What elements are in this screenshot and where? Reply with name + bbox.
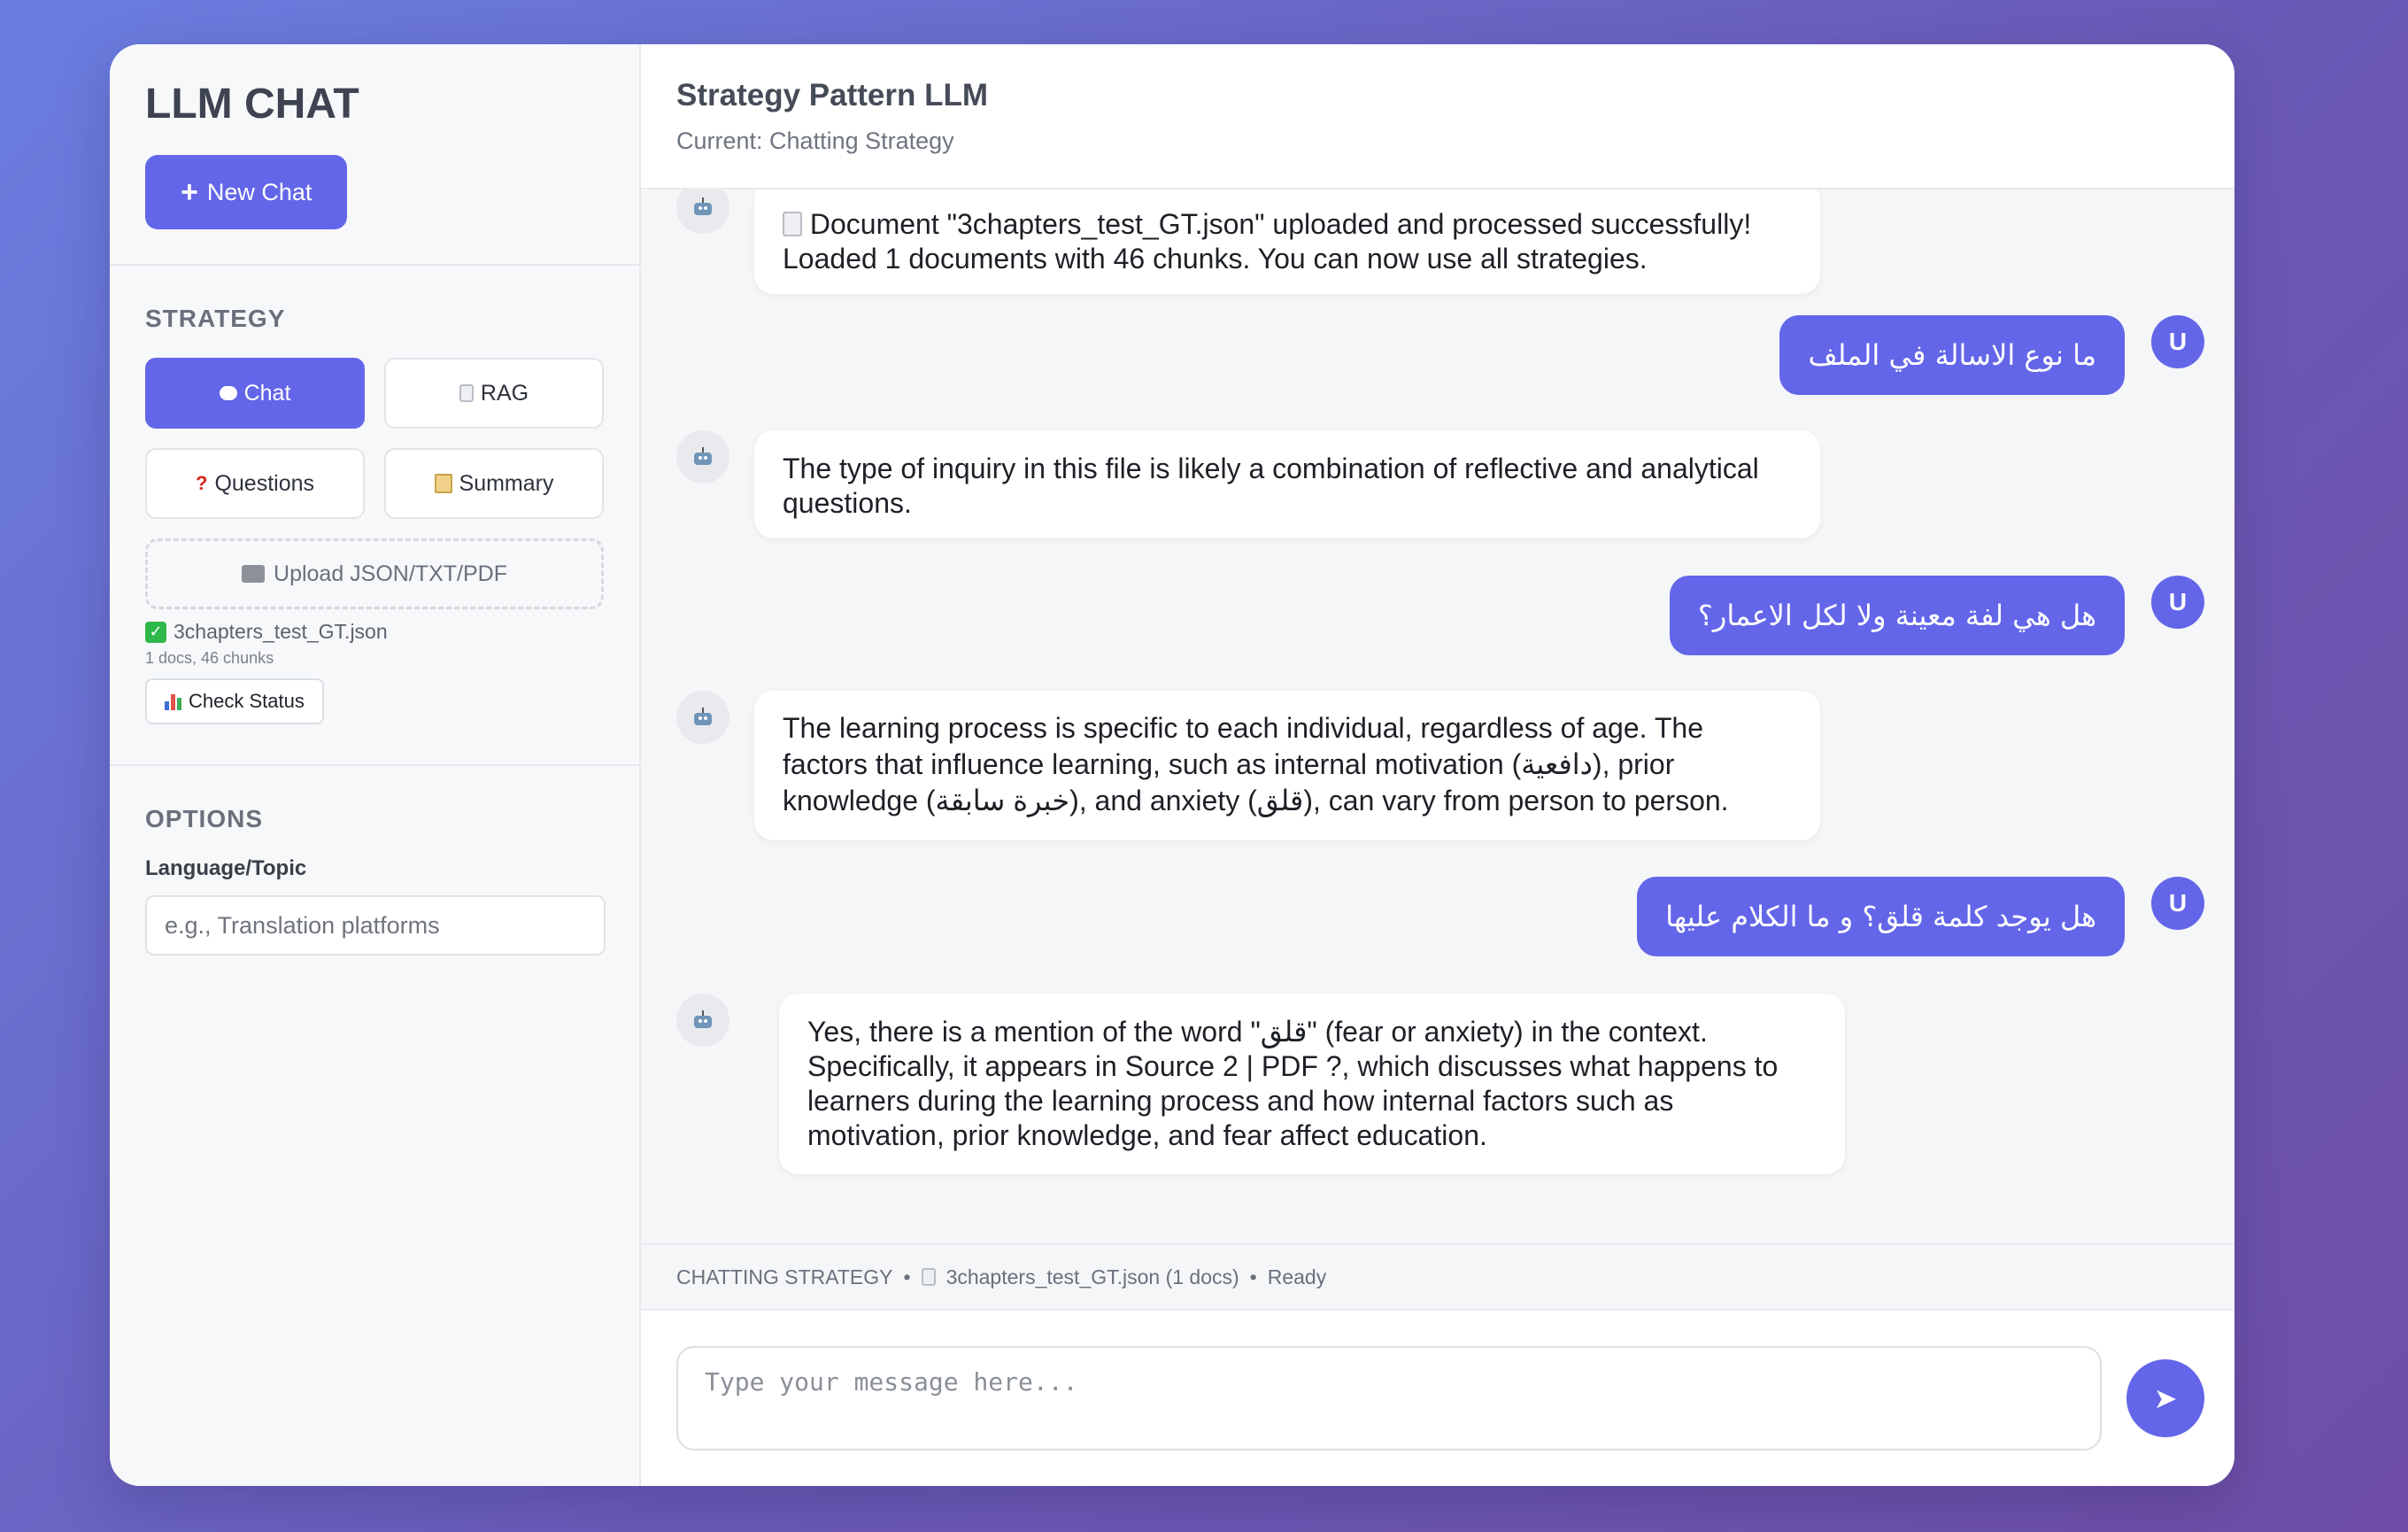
user-message-bubble: هل يوجد كلمة قلق؟ و ما الكلام عليها [1637, 877, 2125, 956]
bot-message-bubble: The learning process is specific to each… [754, 691, 1820, 840]
new-chat-button[interactable]: + New Chat [145, 155, 348, 229]
status-state: Ready [1267, 1265, 1327, 1288]
check-status-button[interactable]: Check Status [145, 678, 324, 724]
bot-message: The learning process is specific to each… [676, 691, 1820, 840]
message-list[interactable]: Document "3chapters_test_GT.json" upload… [641, 190, 2234, 1244]
user-message-bubble: ما نوع الاسالة في الملف [1779, 315, 2125, 395]
strategy-summary-button[interactable]: Summary [384, 448, 604, 519]
send-button[interactable]: ➤ [2126, 1359, 2204, 1437]
strategy-rag-label: RAG [480, 380, 529, 406]
robot-icon [676, 430, 729, 484]
user-avatar: U [2151, 576, 2204, 629]
send-icon: ➤ [2153, 1382, 2178, 1414]
chat-header: Strategy Pattern LLM Current: Chatting S… [641, 44, 2234, 190]
memo-icon [434, 474, 452, 493]
check-status-label: Check Status [189, 690, 305, 712]
user-message-bubble: هل هي لفة معينة ولا لكل الاعمار؟ [1669, 576, 2125, 655]
page-title: Strategy Pattern LLM [676, 78, 988, 112]
strategy-section: STRATEGY Chat RAG ? Questions Summary Up… [110, 266, 639, 766]
uploaded-file: ✓ 3chapters_test_GT.json [145, 620, 604, 644]
strategy-summary-label: Summary [459, 470, 554, 496]
message-input[interactable] [676, 1346, 2102, 1451]
speech-bubble-icon [219, 386, 237, 400]
uploaded-file-name: 3chapters_test_GT.json [174, 620, 388, 643]
language-topic-label: Language/Topic [145, 856, 307, 880]
question-mark-icon: ? [195, 472, 208, 494]
status-separator: • [903, 1265, 911, 1288]
app-window: LLM CHAT + New Chat STRATEGY Chat RAG ? [110, 44, 2234, 1486]
bot-message-text: Document "3chapters_test_GT.json" upload… [783, 208, 1752, 275]
new-chat-label: New Chat [206, 178, 313, 205]
user-message: هل هي لفة معينة ولا لكل الاعمار؟ U [1669, 576, 2204, 655]
status-separator: • [1249, 1265, 1257, 1288]
robot-icon [676, 190, 729, 234]
document-icon [921, 1268, 936, 1287]
upload-dropzone[interactable]: Upload JSON/TXT/PDF [145, 538, 604, 609]
bot-message-bubble: Yes, there is a mention of the word "قلق… [779, 994, 1845, 1174]
status-file: 3chapters_test_GT.json (1 docs) [945, 1265, 1239, 1288]
strategy-questions-button[interactable]: ? Questions [145, 448, 365, 519]
upload-label: Upload JSON/TXT/PDF [274, 561, 507, 586]
language-topic-input[interactable] [145, 895, 606, 956]
uploaded-file-meta: 1 docs, 46 chunks [145, 649, 274, 667]
chat-main: Strategy Pattern LLM Current: Chatting S… [641, 44, 2234, 1486]
bot-message: Document "3chapters_test_GT.json" upload… [676, 190, 1820, 294]
message-composer: ➤ [641, 1311, 2234, 1486]
options-title: OPTIONS [145, 805, 264, 832]
app-brand: LLM CHAT [145, 81, 359, 128]
status-bar: CHATTING STRATEGY • 3chapters_test_GT.js… [641, 1243, 2234, 1311]
bot-message: Yes, there is a mention of the word "قلق… [676, 994, 1845, 1174]
document-icon [783, 212, 802, 236]
bot-message-bubble: The type of inquiry in this file is like… [754, 430, 1820, 538]
strategy-chat-label: Chat [243, 380, 291, 406]
strategy-grid: Chat RAG ? Questions Summary [145, 358, 604, 519]
check-icon: ✓ [145, 621, 166, 643]
user-message: هل يوجد كلمة قلق؟ و ما الكلام عليها U [1637, 877, 2204, 956]
strategy-title: STRATEGY [145, 305, 286, 332]
strategy-rag-button[interactable]: RAG [384, 358, 604, 429]
user-message: ما نوع الاسالة في الملف U [1779, 315, 2204, 395]
bot-message: The type of inquiry in this file is like… [676, 430, 1820, 538]
robot-icon [676, 691, 729, 744]
document-icon [459, 384, 474, 402]
sidebar: LLM CHAT + New Chat STRATEGY Chat RAG ? [110, 44, 641, 1486]
sidebar-header: LLM CHAT + New Chat [110, 44, 639, 266]
bot-message-bubble: Document "3chapters_test_GT.json" upload… [754, 190, 1820, 294]
strategy-questions-label: Questions [214, 470, 314, 496]
user-avatar: U [2151, 877, 2204, 930]
current-strategy: Current: Chatting Strategy [676, 128, 954, 154]
folder-icon [242, 565, 266, 583]
options-section: OPTIONS Language/Topic [110, 766, 639, 991]
strategy-chat-button[interactable]: Chat [145, 358, 365, 429]
status-strategy: CHATTING STRATEGY [676, 1265, 893, 1288]
user-avatar: U [2151, 315, 2204, 368]
bar-chart-icon [165, 692, 181, 710]
robot-icon [676, 994, 729, 1047]
plus-icon: + [181, 175, 198, 209]
